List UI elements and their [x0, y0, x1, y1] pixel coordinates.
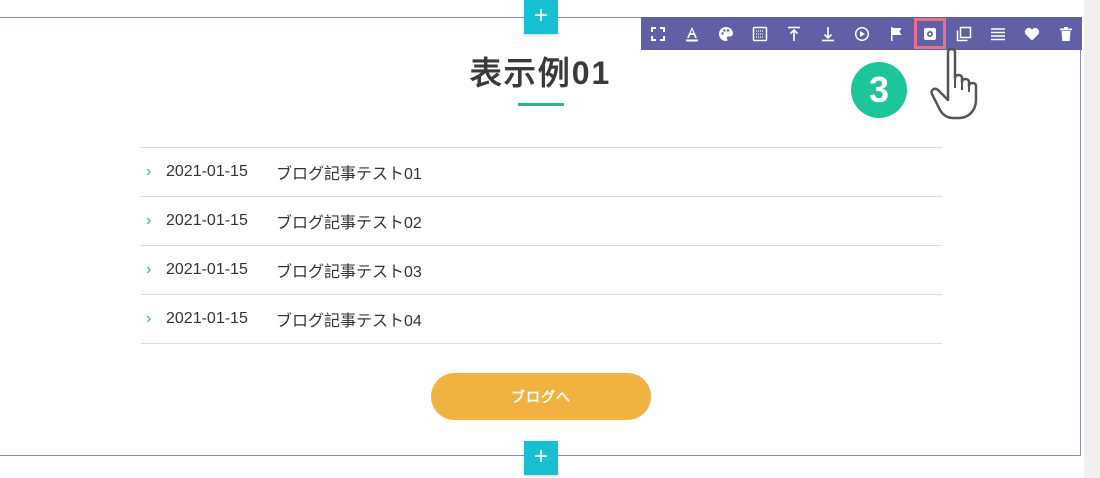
move-up-icon[interactable]: [777, 17, 811, 50]
post-date: 2021-01-15: [166, 310, 248, 327]
add-section-below-button[interactable]: +: [524, 441, 558, 475]
list-item[interactable]: › 2021-01-15 ブログ記事テスト03: [141, 246, 942, 295]
animation-icon[interactable]: [845, 17, 879, 50]
text-color-icon[interactable]: [675, 17, 709, 50]
list-item[interactable]: › 2021-01-15 ブログ記事テスト01: [141, 148, 942, 197]
post-title[interactable]: ブログ記事テスト03: [276, 258, 422, 282]
section-toolbar: [641, 17, 1082, 50]
list-item[interactable]: › 2021-01-15 ブログ記事テスト02: [141, 197, 942, 246]
post-title[interactable]: ブログ記事テスト02: [276, 209, 422, 233]
chevron-right-icon: ›: [146, 310, 152, 327]
chevron-right-icon: ›: [146, 163, 152, 180]
favorite-icon[interactable]: [1015, 17, 1049, 50]
list-item[interactable]: › 2021-01-15 ブログ記事テスト04: [141, 295, 942, 344]
post-date: 2021-01-15: [166, 212, 248, 229]
blog-post-list: › 2021-01-15 ブログ記事テスト01 › 2021-01-15 ブログ…: [141, 147, 942, 344]
section-title: 表示例01: [469, 55, 612, 91]
flag-icon[interactable]: [879, 17, 913, 50]
post-title[interactable]: ブログ記事テスト04: [276, 307, 422, 331]
move-down-icon[interactable]: [811, 17, 845, 50]
expand-icon[interactable]: [641, 17, 675, 50]
background-pattern-icon[interactable]: [743, 17, 777, 50]
delete-icon[interactable]: [1049, 17, 1083, 50]
page-scrollbar[interactable]: [1084, 0, 1100, 478]
post-title[interactable]: ブログ記事テスト01: [276, 160, 422, 184]
palette-icon[interactable]: [709, 17, 743, 50]
chevron-right-icon: ›: [146, 212, 152, 229]
title-underline: [518, 103, 564, 106]
add-section-above-button[interactable]: +: [524, 0, 558, 34]
post-date: 2021-01-15: [166, 163, 248, 180]
chevron-right-icon: ›: [146, 261, 152, 278]
post-date: 2021-01-15: [166, 261, 248, 278]
blog-link-button[interactable]: ブログへ: [431, 373, 651, 420]
